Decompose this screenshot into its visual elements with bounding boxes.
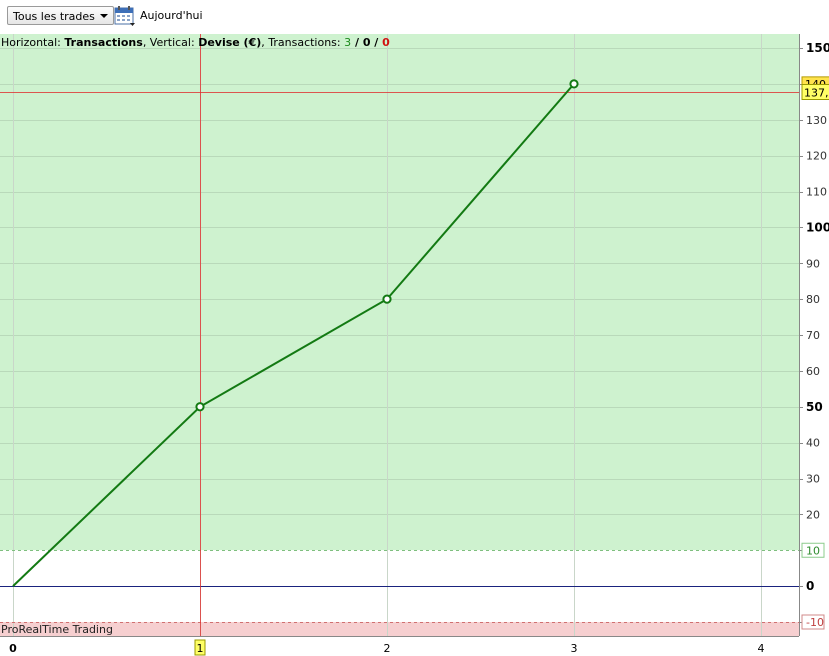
y-tick-label: 150 (806, 41, 829, 55)
y-tick-label: 110 (806, 186, 827, 199)
x-tick-label: 3 (571, 642, 578, 655)
y-tick-label: 120 (806, 150, 827, 163)
chart-info-line: Horizontal: Transactions, Vertical: Devi… (1, 36, 390, 49)
trade-filter-label: Tous les trades (13, 10, 95, 23)
watermark: ProRealTime Trading (1, 623, 113, 636)
calendar-icon[interactable] (114, 5, 136, 27)
y-tick-label: 10 (806, 544, 820, 557)
info-h-value: Transactions (64, 36, 143, 49)
y-tick-label: 60 (806, 365, 820, 378)
info-trades-loss: 0 (382, 36, 390, 49)
loss-zone (0, 622, 799, 636)
y-tick-label: 40 (806, 437, 820, 450)
y-tick-label: 130 (806, 114, 827, 127)
y-tick-label: 30 (806, 473, 820, 486)
profit-zone (0, 34, 799, 551)
x-tick-label: 1 (197, 642, 204, 655)
data-point[interactable] (569, 79, 579, 89)
info-sep2: / (370, 36, 383, 49)
y-tick-label: 70 (806, 329, 820, 342)
data-point[interactable] (382, 294, 392, 304)
today-button[interactable]: Aujourd'hui (140, 9, 203, 22)
chevron-down-icon (99, 14, 108, 18)
equity-chart[interactable]: -100102030405060708090100110120130140150… (0, 34, 829, 656)
info-v-prefix: , Vertical: (142, 36, 199, 49)
y-tick-label: 100 (806, 220, 829, 234)
info-sep1: / (351, 36, 363, 49)
info-t-prefix: , Transactions: (261, 36, 345, 49)
info-h-prefix: Horizontal: (1, 36, 65, 49)
y-tick-label: 80 (806, 293, 820, 306)
y-tick-label: 0 (806, 579, 814, 593)
y-tick-label: 90 (806, 257, 820, 270)
y-tick-label: 50 (806, 400, 823, 414)
info-v-value: Devise (€) (198, 36, 262, 49)
data-point[interactable] (195, 402, 205, 412)
x-tick-label: 2 (384, 642, 391, 655)
x-axis-area (0, 636, 829, 656)
crosshair-y-label: 137,8 (804, 87, 829, 100)
y-tick-label: 20 (806, 508, 820, 521)
toolbar: Tous les trades Aujourd'hui (0, 0, 829, 34)
x-tick-label: 0 (9, 642, 17, 655)
y-tick-label: -10 (806, 616, 824, 629)
x-tick-label: 4 (758, 642, 765, 655)
trade-filter-dropdown[interactable]: Tous les trades (7, 6, 114, 25)
